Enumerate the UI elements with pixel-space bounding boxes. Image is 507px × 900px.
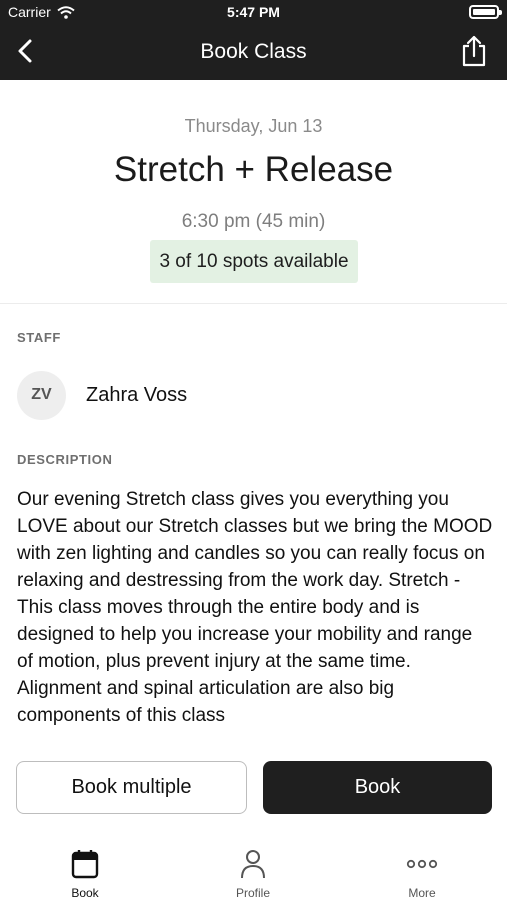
spots-available-badge: 3 of 10 spots available [150,240,358,283]
tab-more[interactable]: More [362,848,482,900]
staff-section-label: STAFF [17,330,61,345]
class-description: Our evening Stretch class gives you ever… [17,489,493,726]
class-header: Thursday, Jun 13 Stretch + Release 6:30 … [0,80,507,304]
tab-book-label: Book [71,886,99,900]
nav-title: Book Class [200,40,307,63]
description-section-label: DESCRIPTION [17,452,113,467]
book-multiple-button[interactable]: Book multiple [16,761,247,814]
top-bar: Carrier 5:47 PM Book Class [0,0,507,80]
book-button[interactable]: Book [263,761,492,814]
tab-bar: Book Profile More [0,838,507,900]
staff-avatar: ZV [17,370,66,420]
staff-name: Zahra Voss [86,383,188,406]
class-date: Thursday, Jun 13 [184,116,323,136]
status-bar: Carrier 5:47 PM [0,0,507,24]
person-icon [241,850,265,879]
class-time: 6:30 pm (45 min) [181,211,326,232]
calendar-icon [71,850,99,879]
tab-book[interactable]: Book [25,848,145,900]
status-time: 5:47 PM [227,4,280,20]
tab-profile[interactable]: Profile [193,848,313,900]
share-icon[interactable] [459,34,489,68]
tab-profile-label: Profile [235,886,270,900]
navigation-bar: Book Class [0,24,507,80]
class-title: Stretch + Release [113,150,394,189]
ellipsis-icon [406,859,438,869]
tab-more-label: More [408,886,436,900]
battery-icon [469,5,502,19]
staff-row[interactable]: ZV Zahra Voss [17,370,187,420]
